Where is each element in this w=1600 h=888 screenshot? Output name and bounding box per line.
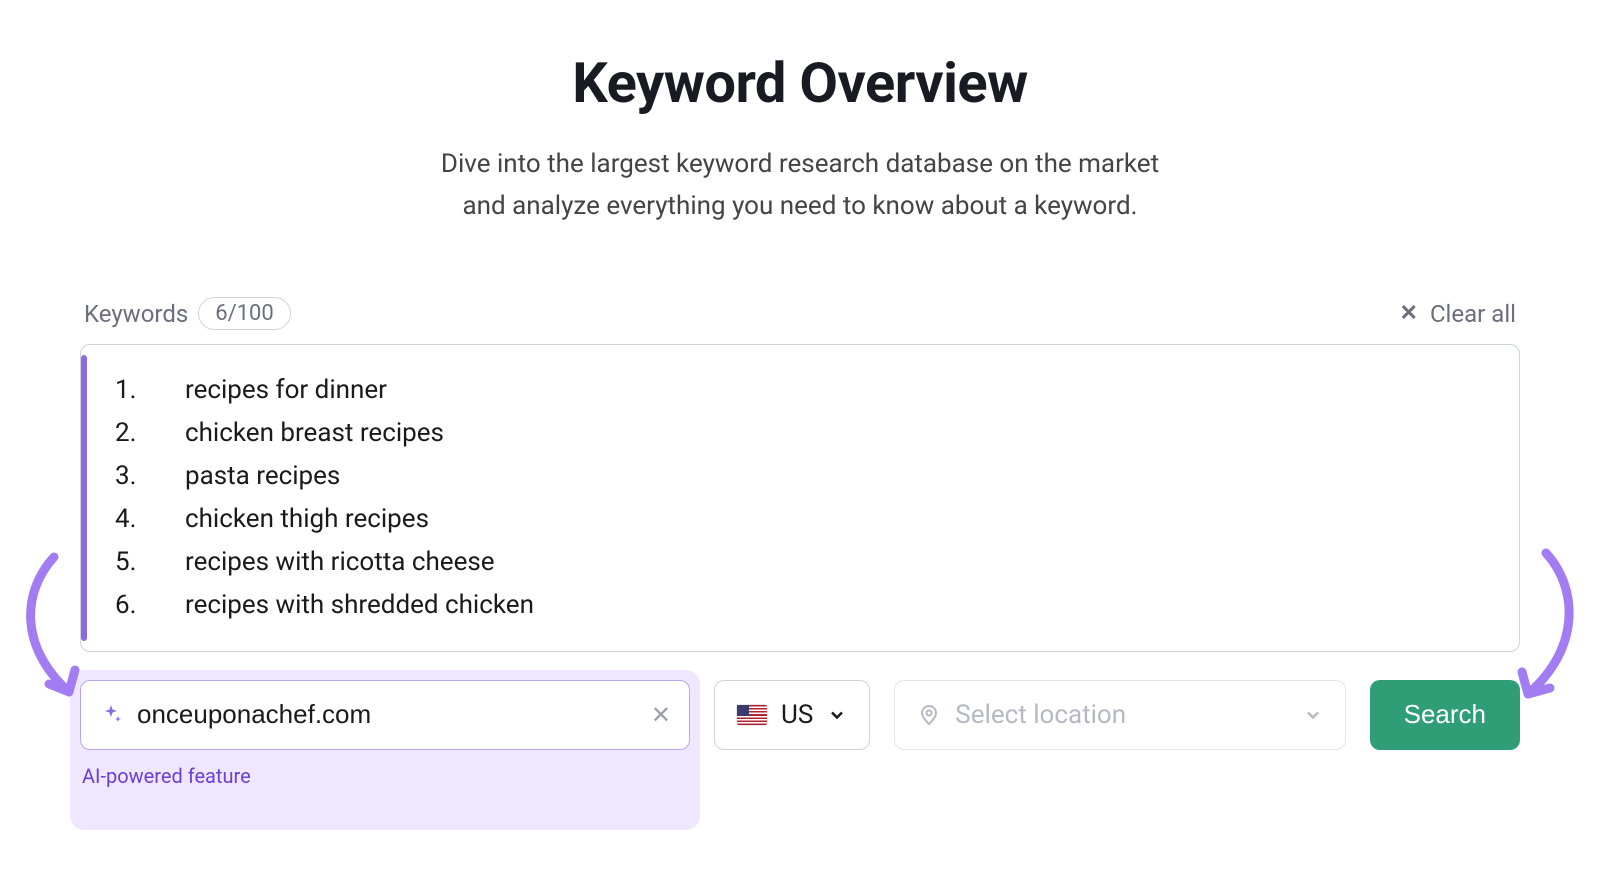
country-select[interactable]: US [714, 680, 870, 750]
keyword-text: chicken breast recipes [185, 412, 444, 455]
keyword-index: 1. [115, 369, 145, 412]
keyword-text: pasta recipes [185, 455, 340, 498]
search-button[interactable]: Search [1370, 680, 1520, 750]
subtitle-line-2: and analyze everything you need to know … [463, 191, 1138, 221]
keyword-row: 1. recipes for dinner [115, 369, 1491, 412]
keyword-index: 3. [115, 455, 145, 498]
clear-all-label: Clear all [1430, 300, 1516, 328]
location-placeholder: Select location [955, 700, 1126, 730]
ai-domain-input[interactable] [137, 699, 637, 730]
keyword-row: 2. chicken breast recipes [115, 412, 1491, 455]
keyword-index: 5. [115, 541, 145, 584]
ai-domain-field[interactable]: ✕ [80, 680, 690, 750]
ai-feature-caption: AI-powered feature [82, 764, 690, 788]
keyword-row: 5. recipes with ricotta cheese [115, 541, 1491, 584]
keywords-input-box[interactable]: 1. recipes for dinner 2. chicken breast re… [80, 344, 1520, 651]
clear-all-button[interactable]: ✕ Clear all [1400, 300, 1517, 328]
keyword-row: 3. pasta recipes [115, 455, 1491, 498]
keyword-text: chicken thigh recipes [185, 498, 429, 541]
chevron-down-icon [827, 705, 847, 725]
page-subtitle: Dive into the largest keyword research d… [80, 144, 1520, 227]
clear-input-icon[interactable]: ✕ [651, 701, 671, 729]
keyword-index: 6. [115, 584, 145, 627]
keyword-index: 2. [115, 412, 145, 455]
keywords-list: 1. recipes for dinner 2. chicken breast re… [97, 369, 1491, 626]
chevron-down-icon [1303, 705, 1323, 725]
keyword-index: 4. [115, 498, 145, 541]
sparkle-icon [99, 703, 123, 727]
page-title: Keyword Overview [80, 50, 1520, 116]
keywords-count-badge: 6/100 [198, 297, 291, 330]
subtitle-line-1: Dive into the largest keyword research d… [441, 149, 1159, 179]
keyword-text: recipes with ricotta cheese [185, 541, 495, 584]
keyword-text: recipes for dinner [185, 369, 387, 412]
close-icon: ✕ [1400, 301, 1418, 326]
keyword-row: 4. chicken thigh recipes [115, 498, 1491, 541]
country-code-label: US [781, 700, 813, 730]
location-select[interactable]: Select location [894, 680, 1345, 750]
keyword-row: 6. recipes with shredded chicken [115, 584, 1491, 627]
us-flag-icon [737, 705, 767, 725]
location-pin-icon [917, 703, 941, 727]
keywords-label: Keywords [84, 300, 188, 328]
keyword-text: recipes with shredded chicken [185, 584, 534, 627]
